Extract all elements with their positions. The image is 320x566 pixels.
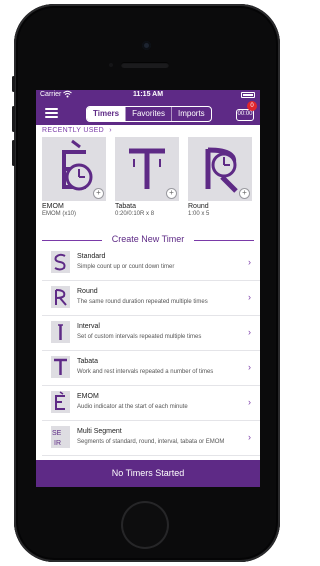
svg-text:IR: IR: [54, 440, 61, 447]
tab-favorites[interactable]: Favorites: [125, 107, 171, 121]
front-camera: [142, 41, 151, 50]
multi-segment-icon: SE IR: [51, 426, 70, 448]
chevron-right-icon: ›: [248, 397, 251, 407]
create-new-heading: Create New Timer: [42, 234, 254, 245]
add-favorite-icon[interactable]: +: [239, 188, 250, 199]
battery-icon: [241, 92, 255, 98]
recent-card-emom[interactable]: + EMOM EMOM (x10): [42, 137, 106, 217]
tab-timers[interactable]: Timers: [87, 107, 126, 121]
section-title: Create New Timer: [111, 234, 185, 244]
standard-icon: [51, 251, 70, 273]
timer-type-row-multi-segment[interactable]: SE IR Multi Segment Segments of standard…: [42, 421, 260, 456]
volume-down-button: [12, 140, 15, 166]
timer-type-row-interval[interactable]: Interval Set of custom intervals repeate…: [42, 316, 260, 351]
timer-type-row-standard[interactable]: Standard Simple count up or count down t…: [42, 246, 260, 281]
svg-text:SE: SE: [52, 430, 62, 437]
chevron-right-icon: ›: [248, 292, 251, 302]
clock: 11:15 AM: [132, 91, 164, 98]
chevron-right-icon: ›: [248, 362, 251, 372]
row-title: Round: [77, 288, 98, 295]
chevron-right-icon: ›: [248, 327, 251, 337]
timer-type-list: Standard Simple count up or count down t…: [42, 246, 260, 456]
row-title: Multi Segment: [77, 428, 122, 435]
divider: [194, 240, 254, 241]
timer-type-row-emom[interactable]: EMOM Audio indicator at the start of eac…: [42, 386, 260, 421]
recent-timers: + EMOM EMOM (x10) + Tabata 0:20/0:10R x …: [42, 137, 260, 217]
chevron-right-icon: ›: [248, 432, 251, 442]
row-description: Audio indicator at the start of each min…: [77, 404, 188, 410]
proximity-sensor: [109, 63, 113, 67]
add-favorite-icon[interactable]: +: [166, 188, 177, 199]
volume-up-button: [12, 106, 15, 132]
recent-detail: EMOM (x10): [42, 211, 77, 217]
round-icon: [51, 286, 70, 308]
recent-detail: 0:20/0:10R x 8: [115, 211, 155, 217]
emom-icon: [51, 391, 70, 413]
recent-card-tabata[interactable]: + Tabata 0:20/0:10R x 8: [115, 137, 179, 217]
tabata-icon: [51, 356, 70, 378]
row-description: The same round duration repeated multipl…: [77, 299, 208, 305]
recent-name: EMOM: [42, 203, 64, 210]
recent-tile[interactable]: +: [42, 137, 106, 201]
row-title: Standard: [77, 253, 106, 260]
row-description: Work and rest intervals repeated a numbe…: [77, 369, 214, 375]
running-count-badge: 0: [247, 101, 257, 111]
recent-name: Tabata: [115, 203, 137, 210]
no-timers-bar[interactable]: No Timers Started: [36, 460, 260, 487]
timer-type-row-tabata[interactable]: Tabata Work and rest intervals repeated …: [42, 351, 260, 386]
recent-detail: 1:00 x 5: [188, 211, 210, 217]
recent-name: Round: [188, 203, 209, 210]
status-bar: Carrier 11:15 AM: [36, 90, 260, 101]
row-title: EMOM: [77, 393, 99, 400]
segmented-control: Timers Favorites Imports: [86, 106, 212, 122]
mute-switch: [12, 76, 15, 92]
recent-tile[interactable]: +: [188, 137, 252, 201]
app-screen: Carrier 11:15 AM Timers Favorites Import…: [36, 90, 260, 487]
tab-imports[interactable]: Imports: [171, 107, 211, 121]
add-favorite-icon[interactable]: +: [93, 188, 104, 199]
timer-type-row-round[interactable]: Round The same round duration repeated m…: [42, 281, 260, 316]
row-title: Interval: [77, 323, 100, 330]
chevron-right-icon: ›: [109, 127, 112, 134]
row-description: Set of custom intervals repeated multipl…: [77, 334, 202, 340]
hamburger-menu-icon[interactable]: [45, 108, 58, 118]
home-button[interactable]: [121, 501, 169, 549]
recent-tile[interactable]: +: [115, 137, 179, 201]
chevron-right-icon: ›: [248, 257, 251, 267]
nav-bar: Timers Favorites Imports 00:00 0: [36, 101, 260, 125]
interval-icon: [51, 321, 70, 343]
row-description: Simple count up or count down timer: [77, 264, 175, 270]
row-title: Tabata: [77, 358, 99, 365]
row-description: Segments of standard, round, interval, t…: [77, 439, 225, 445]
recent-card-round[interactable]: + Round 1:00 x 5: [188, 137, 252, 217]
earpiece-speaker: [121, 62, 169, 68]
recently-used-heading[interactable]: RECENTLY USED ›: [42, 127, 112, 134]
